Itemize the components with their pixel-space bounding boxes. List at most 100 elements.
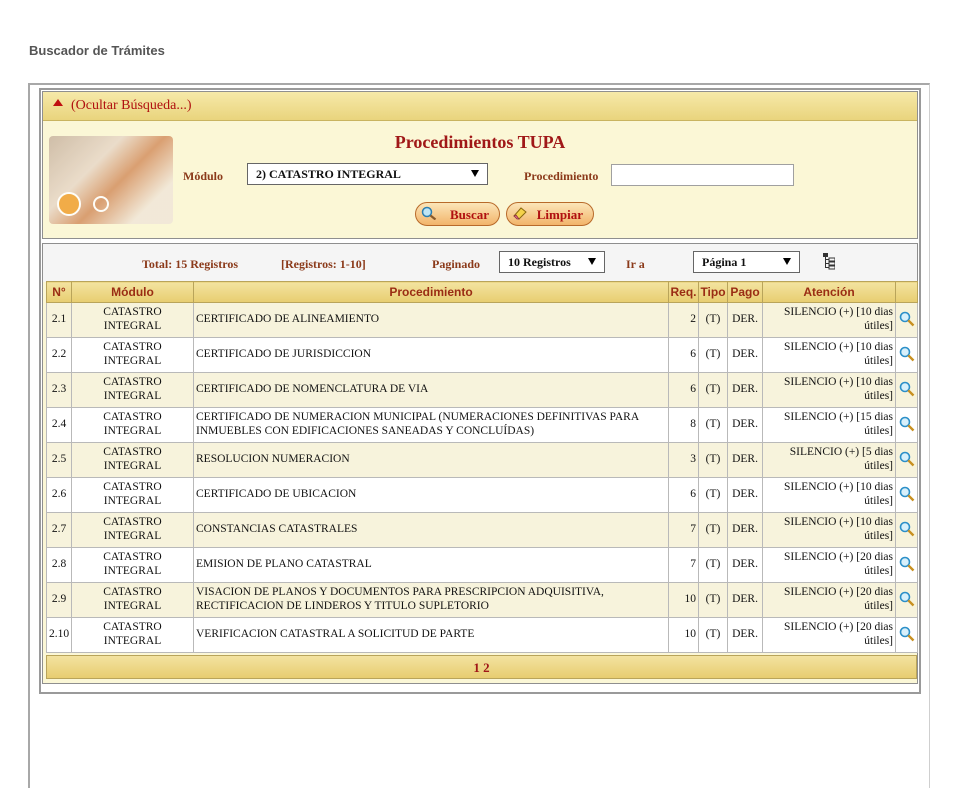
row-req: 6 — [668, 337, 699, 373]
row-procedimiento: CERTIFICADO DE UBICACION — [193, 477, 669, 513]
row-modulo: CATASTRO INTEGRAL — [71, 582, 194, 618]
row-req: 6 — [668, 477, 699, 513]
search-icon[interactable] — [899, 381, 915, 397]
procedimiento-input[interactable] — [611, 164, 794, 186]
view-detail-cell[interactable] — [895, 337, 918, 373]
eraser-icon — [513, 207, 527, 220]
search-icon[interactable] — [899, 556, 915, 572]
row-atencion: SILENCIO (+) [10 dias útiles] — [762, 337, 896, 373]
tree-structure-icon[interactable] — [823, 253, 835, 270]
row-tipo: (T) — [698, 442, 728, 478]
row-modulo: CATASTRO INTEGRAL — [71, 477, 194, 513]
row-procedimiento: EMISION DE PLANO CATASTRAL — [193, 547, 669, 583]
row-tipo: (T) — [698, 547, 728, 583]
search-header: (Ocultar Búsqueda...) — [43, 92, 917, 121]
row-pago: DER. — [727, 512, 763, 548]
row-procedimiento: CERTIFICADO DE JURISDICCION — [193, 337, 669, 373]
row-procedimiento: CERTIFICADO DE NOMENCLATURA DE VIA — [193, 372, 669, 408]
row-number: 2.5 — [46, 442, 72, 478]
row-tipo: (T) — [698, 512, 728, 548]
view-detail-cell[interactable] — [895, 617, 918, 653]
row-atencion: SILENCIO (+) [15 dias útiles] — [762, 407, 896, 443]
view-detail-cell[interactable] — [895, 442, 918, 478]
search-icon[interactable] — [899, 486, 915, 502]
buscar-label: Buscar — [450, 207, 489, 222]
pager-bar: 1 2 — [46, 655, 917, 679]
row-modulo: CATASTRO INTEGRAL — [71, 302, 194, 338]
buscar-button[interactable]: Buscar — [415, 202, 500, 226]
row-pago: DER. — [727, 547, 763, 583]
row-pago: DER. — [727, 442, 763, 478]
table-row: 2.3 CATASTRO INTEGRAL CERTIFICADO DE NOMEN… — [46, 372, 918, 408]
collapse-up-icon[interactable] — [53, 99, 63, 106]
clock-icon — [57, 192, 81, 216]
search-icon[interactable] — [899, 311, 915, 327]
row-atencion: SILENCIO (+) [10 dias útiles] — [762, 477, 896, 513]
col-header-n: N° — [46, 281, 72, 303]
search-icon[interactable] — [899, 451, 915, 467]
search-icon[interactable] — [899, 626, 915, 642]
panel-title: Procedimientos TUPA — [394, 132, 566, 152]
row-procedimiento: RESOLUCION NUMERACION — [193, 442, 669, 478]
row-atencion: SILENCIO (+) [20 dias útiles] — [762, 582, 896, 618]
row-req: 2 — [668, 302, 699, 338]
row-modulo: CATASTRO INTEGRAL — [71, 617, 194, 653]
col-header-modulo: Módulo — [71, 281, 194, 303]
row-atencion: SILENCIO (+) [10 dias útiles] — [762, 302, 896, 338]
results-panel: Total: 15 Registros [Registros: 1-10] Pa… — [42, 243, 918, 684]
row-modulo: CATASTRO INTEGRAL — [71, 512, 194, 548]
col-header-action — [895, 281, 918, 303]
view-detail-cell[interactable] — [895, 512, 918, 548]
paginado-select[interactable]: 10 Registros — [499, 251, 605, 273]
row-pago: DER. — [727, 477, 763, 513]
row-atencion: SILENCIO (+) [10 dias útiles] — [762, 372, 896, 408]
search-icon[interactable] — [899, 416, 915, 432]
row-number: 2.3 — [46, 372, 72, 408]
records-range: [Registros: 1-10] — [281, 257, 366, 271]
dropdown-arrow-icon — [471, 170, 479, 177]
row-procedimiento: CERTIFICADO DE ALINEAMIENTO — [193, 302, 669, 338]
limpiar-button[interactable]: Limpiar — [506, 202, 594, 226]
pagina-select[interactable]: Página 1 — [693, 251, 800, 273]
row-procedimiento: CERTIFICADO DE NUMERACION MUNICIPAL (NUM… — [193, 407, 669, 443]
row-modulo: CATASTRO INTEGRAL — [71, 442, 194, 478]
row-req: 6 — [668, 372, 699, 408]
paginado-value: 10 Registros — [508, 255, 571, 269]
view-detail-cell[interactable] — [895, 407, 918, 443]
results-info-bar: Total: 15 Registros [Registros: 1-10] Pa… — [43, 244, 917, 282]
row-pago: DER. — [727, 617, 763, 653]
ir-a-label: Ir a — [626, 257, 645, 271]
view-detail-cell[interactable] — [895, 582, 918, 618]
row-atencion: SILENCIO (+) [20 dias útiles] — [762, 547, 896, 583]
decorative-photo — [49, 136, 173, 224]
col-header-tipo: Tipo — [698, 281, 728, 303]
search-panel: (Ocultar Búsqueda...) Procedimientos TUP… — [42, 91, 918, 239]
row-number: 2.4 — [46, 407, 72, 443]
view-detail-cell[interactable] — [895, 372, 918, 408]
row-number: 2.1 — [46, 302, 72, 338]
row-procedimiento: VERIFICACION CATASTRAL A SOLICITUD DE PA… — [193, 617, 669, 653]
results-table: N° Módulo Procedimiento Req. Tipo Pago A… — [46, 281, 918, 653]
row-modulo: CATASTRO INTEGRAL — [71, 407, 194, 443]
col-header-pago: Pago — [727, 281, 763, 303]
page-2-link[interactable]: 2 — [483, 660, 490, 675]
row-number: 2.6 — [46, 477, 72, 513]
row-pago: DER. — [727, 582, 763, 618]
view-detail-cell[interactable] — [895, 302, 918, 338]
search-icon[interactable] — [899, 521, 915, 537]
view-detail-cell[interactable] — [895, 547, 918, 583]
modulo-label: Módulo — [183, 169, 224, 183]
limpiar-label: Limpiar — [536, 207, 583, 222]
row-tipo: (T) — [698, 477, 728, 513]
view-detail-cell[interactable] — [895, 477, 918, 513]
search-icon[interactable] — [899, 346, 915, 362]
table-row: 2.10 CATASTRO INTEGRAL VERIFICACION CATAST… — [46, 617, 918, 653]
toggle-search-link[interactable]: (Ocultar Búsqueda...) — [71, 98, 192, 114]
search-icon[interactable] — [899, 591, 915, 607]
table-row: 2.7 CATASTRO INTEGRAL CONSTANCIAS CATASTRA… — [46, 512, 918, 548]
row-tipo: (T) — [698, 302, 728, 338]
modulo-select[interactable]: 2) CATASTRO INTEGRAL — [247, 163, 488, 185]
row-tipo: (T) — [698, 337, 728, 373]
row-req: 7 — [668, 547, 699, 583]
table-row: 2.2 CATASTRO INTEGRAL CERTIFICADO DE JURIS… — [46, 337, 918, 373]
